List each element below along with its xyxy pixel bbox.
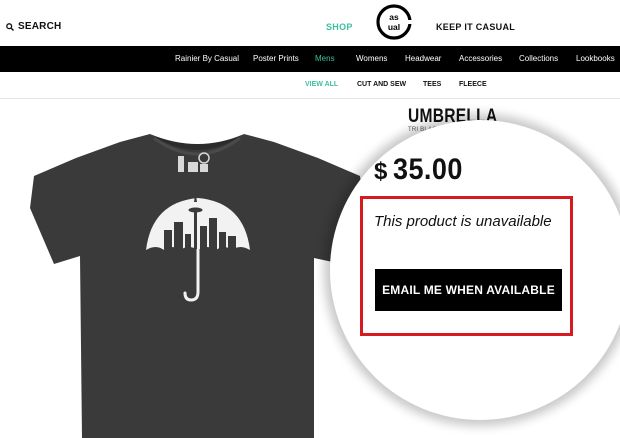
search-label: SEARCH (18, 21, 62, 32)
subnav-tees[interactable]: TEES (423, 81, 441, 88)
price-currency: $ (374, 158, 388, 185)
subnav-fleece[interactable]: FLEECE (459, 81, 487, 88)
nav-item-headwear[interactable]: Headwear (405, 54, 441, 63)
nav-item-mens[interactable]: Mens (315, 54, 335, 63)
keep-it-casual-link[interactable]: KEEP IT CASUAL (436, 22, 515, 32)
svg-text:as: as (389, 12, 399, 22)
unavailable-message: This product is unavailable (374, 213, 552, 230)
shop-link[interactable]: SHOP (326, 22, 353, 32)
search-link[interactable]: SEARCH (6, 21, 61, 32)
nav-item-poster-prints[interactable]: Poster Prints (253, 54, 299, 63)
search-icon (6, 22, 14, 31)
nav-item-womens[interactable]: Womens (356, 54, 387, 63)
svg-text:ual: ual (388, 22, 400, 32)
nav-item-rainier[interactable]: Rainier By Casual (175, 54, 239, 63)
sub-nav: VIEW ALL CUT AND SEW TEES FLEECE (0, 72, 620, 99)
price-amount: 35.00 (393, 153, 464, 186)
nav-item-collections[interactable]: Collections (519, 54, 558, 63)
product-image[interactable] (28, 108, 368, 438)
nav-item-accessories[interactable]: Accessories (459, 54, 502, 63)
subnav-view-all[interactable]: VIEW ALL (305, 81, 338, 88)
subnav-cut-and-sew[interactable]: CUT AND SEW (357, 81, 406, 88)
casual-logo[interactable]: as ual (376, 4, 412, 40)
email-when-available-button[interactable]: EMAIL ME WHEN AVAILABLE (375, 269, 562, 311)
nav-item-lookbooks[interactable]: Lookbooks (576, 54, 615, 63)
product-price: $ 35.00 (374, 153, 471, 187)
site-header: SEARCH SHOP as ual KEEP IT CASUAL (0, 0, 620, 46)
main-nav: Rainier By Casual Poster Prints Mens Wom… (0, 46, 620, 72)
